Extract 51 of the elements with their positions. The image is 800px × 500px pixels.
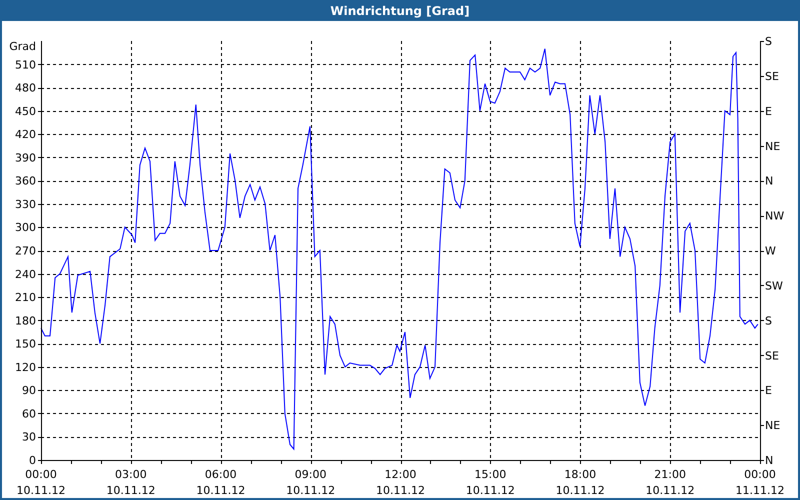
direction-label: S bbox=[765, 35, 772, 48]
y-axis-title: Grad bbox=[9, 40, 36, 53]
date-label: 10.11.12 bbox=[286, 484, 336, 497]
direction-label: N bbox=[765, 174, 774, 188]
y-tick-label: 270 bbox=[15, 244, 36, 258]
date-label: 10.11.12 bbox=[106, 484, 156, 497]
date-label: 10.11.12 bbox=[16, 484, 66, 497]
y-tick-label: 240 bbox=[15, 268, 36, 281]
direction-label: S bbox=[765, 314, 772, 328]
x-tick-label: 00:00 bbox=[25, 468, 57, 481]
x-tick-label: 00:00 bbox=[744, 468, 776, 481]
direction-label: E bbox=[765, 104, 772, 118]
direction-label: SE bbox=[765, 349, 779, 362]
direction-label: W bbox=[765, 244, 776, 258]
y-tick-label: 330 bbox=[15, 198, 36, 211]
direction-label: NE bbox=[765, 140, 780, 153]
date-label: 11.11.12 bbox=[736, 484, 784, 497]
x-tick-label: 21:00 bbox=[654, 468, 686, 481]
y-tick-label: 450 bbox=[15, 104, 36, 118]
y-tick-label: 90 bbox=[22, 384, 36, 398]
y-tick-label: 210 bbox=[15, 291, 36, 304]
direction-label: NW bbox=[765, 210, 784, 223]
x-tick-label: 03:00 bbox=[115, 468, 147, 481]
y-tick-label: 150 bbox=[15, 338, 36, 351]
date-label: 10.11.12 bbox=[376, 484, 425, 497]
y-tick-label: 360 bbox=[15, 174, 36, 188]
x-tick-label: 15:00 bbox=[474, 468, 506, 481]
date-label: 10.11.12 bbox=[646, 484, 695, 497]
direction-label: SW bbox=[765, 279, 783, 292]
direction-label: SE bbox=[765, 70, 779, 83]
direction-label: E bbox=[765, 384, 772, 398]
y-tick-label: 510 bbox=[15, 58, 36, 72]
x-tick-label: 06:00 bbox=[204, 468, 237, 481]
date-label: 10.11.12 bbox=[196, 484, 246, 497]
y-tick-label: 480 bbox=[15, 82, 36, 95]
date-label: 10.11.12 bbox=[466, 484, 515, 497]
y-tick-label: 60 bbox=[22, 407, 36, 420]
x-tick-label: 09:00 bbox=[294, 468, 326, 481]
x-tick-label: 18:00 bbox=[564, 468, 596, 481]
date-label: 10.11.12 bbox=[556, 484, 605, 497]
y-tick-label: 420 bbox=[15, 128, 36, 142]
direction-label: N bbox=[765, 454, 774, 467]
y-tick-label: 390 bbox=[15, 151, 36, 164]
y-tick-label: 120 bbox=[15, 360, 36, 374]
direction-label: NE bbox=[765, 419, 780, 432]
y-tick-label: 300 bbox=[15, 221, 36, 234]
y-tick-label: 0 bbox=[29, 454, 36, 467]
y-tick-label: 30 bbox=[22, 430, 36, 444]
window-title: Windrichtung [Grad] bbox=[330, 4, 470, 18]
y-tick-label: 180 bbox=[15, 314, 36, 328]
x-tick-label: 12:00 bbox=[384, 468, 416, 481]
